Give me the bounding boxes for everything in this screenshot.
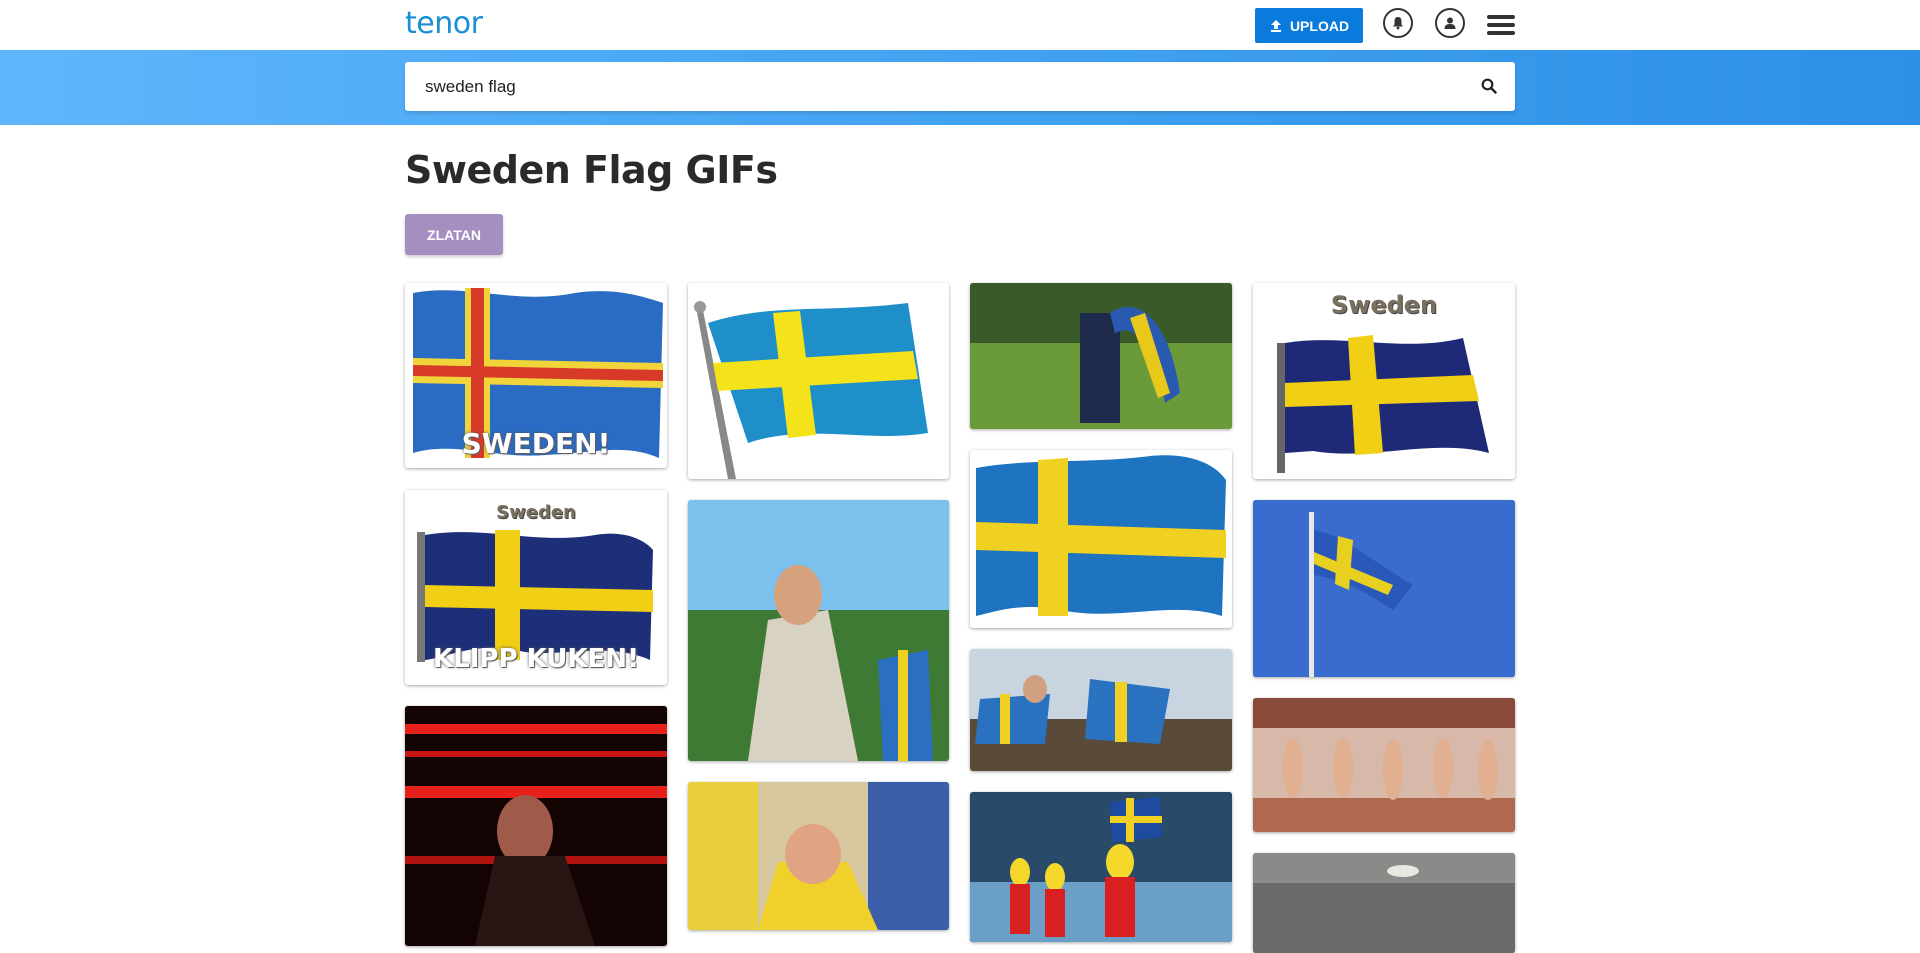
gif-bottom-caption: KLIPP KUKEN! [433, 644, 639, 674]
gif-dark-room[interactable] [1253, 853, 1515, 953]
gif-flag-on-pole-sky[interactable] [1253, 500, 1515, 677]
gif-sweden-flag-caption[interactable]: Sweden [1253, 283, 1515, 479]
gif-sweden-flag-waving[interactable] [970, 450, 1232, 628]
gif-caption: Sweden [1330, 291, 1438, 319]
top-bar: tenor UPLOAD [0, 0, 1920, 50]
search-input[interactable] [425, 62, 1445, 111]
upload-label: UPLOAD [1289, 17, 1350, 34]
user-icon[interactable] [1435, 8, 1465, 38]
search-band [0, 50, 1920, 125]
gif-simpsons-sweden-flag[interactable] [970, 792, 1232, 942]
gif-man-field-flag[interactable] [970, 283, 1232, 429]
gif-child-fan-cheering[interactable] [688, 782, 949, 930]
gif-woman-boat-flag[interactable] [688, 500, 949, 761]
gif-top-caption: Sweden [496, 502, 576, 523]
gif-sweden-flag-pole[interactable] [688, 283, 949, 479]
upload-arrow-icon [1270, 19, 1281, 32]
gif-aland-flag[interactable]: SWEDEN! [405, 283, 667, 468]
gif-fans-with-flags[interactable] [970, 649, 1232, 771]
gif-singer-red-lights[interactable] [405, 706, 667, 946]
gif-caption: SWEDEN! [461, 427, 611, 460]
tag-zlatan[interactable]: ZLATAN [405, 214, 503, 255]
tenor-logo[interactable]: tenor [405, 6, 483, 41]
hamburger-menu-icon[interactable] [1487, 15, 1515, 35]
gif-sweden-flag-klipp[interactable]: Sweden KLIPP KUKEN! [405, 490, 667, 685]
search-box [405, 62, 1515, 111]
search-icon[interactable] [1481, 78, 1497, 94]
upload-button[interactable]: UPLOAD [1255, 8, 1363, 43]
bell-icon[interactable] [1383, 8, 1413, 38]
gif-dancers-stage[interactable] [1253, 698, 1515, 832]
page-title: Sweden Flag GIFs [405, 148, 778, 192]
